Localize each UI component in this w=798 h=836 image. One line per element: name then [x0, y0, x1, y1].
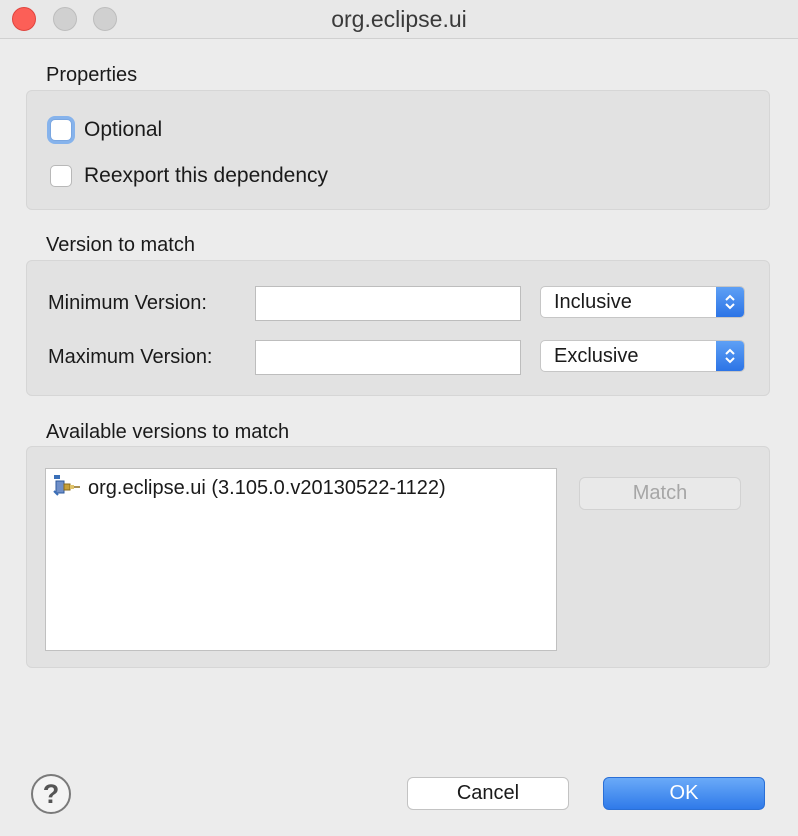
reexport-row[interactable]: Reexport this dependency [50, 162, 328, 190]
reexport-label[interactable]: Reexport this dependency [84, 164, 328, 188]
properties-group [26, 90, 770, 210]
cancel-button[interactable]: Cancel [407, 777, 569, 810]
max-version-bound-select[interactable]: Exclusive [540, 340, 745, 372]
available-versions-list[interactable]: org.eclipse.ui (3.105.0.v20130522-1122) [45, 468, 557, 651]
properties-heading: Properties [46, 64, 138, 86]
window-title: org.eclipse.ui [331, 6, 467, 32]
match-button[interactable]: Match [579, 477, 741, 510]
max-version-label: Maximum Version: [48, 346, 213, 368]
up-down-chevron-icon [716, 287, 744, 317]
optional-row[interactable]: Optional [50, 116, 162, 144]
version-heading: Version to match [46, 234, 195, 256]
max-version-bound-value: Exclusive [554, 344, 639, 367]
optional-checkbox[interactable] [50, 119, 72, 141]
min-version-bound-select[interactable]: Inclusive [540, 286, 745, 318]
ok-button[interactable]: OK [603, 777, 765, 810]
reexport-checkbox[interactable] [50, 165, 72, 187]
title-bar: org.eclipse.ui [0, 0, 798, 39]
min-version-input[interactable] [255, 286, 521, 321]
dialog-window: org.eclipse.ui Properties Optional Reexp… [0, 0, 798, 836]
help-icon[interactable]: ? [31, 774, 71, 814]
version-group [26, 260, 770, 396]
available-heading: Available versions to match [46, 421, 290, 443]
optional-label[interactable]: Optional [84, 118, 162, 142]
list-item[interactable]: org.eclipse.ui (3.105.0.v20130522-1122) [52, 473, 446, 504]
plugin-icon [52, 473, 84, 504]
min-version-bound-value: Inclusive [554, 290, 632, 313]
list-item-label: org.eclipse.ui (3.105.0.v20130522-1122) [88, 476, 446, 499]
min-version-label: Minimum Version: [48, 292, 207, 314]
up-down-chevron-icon [716, 341, 744, 371]
max-version-input[interactable] [255, 340, 521, 375]
